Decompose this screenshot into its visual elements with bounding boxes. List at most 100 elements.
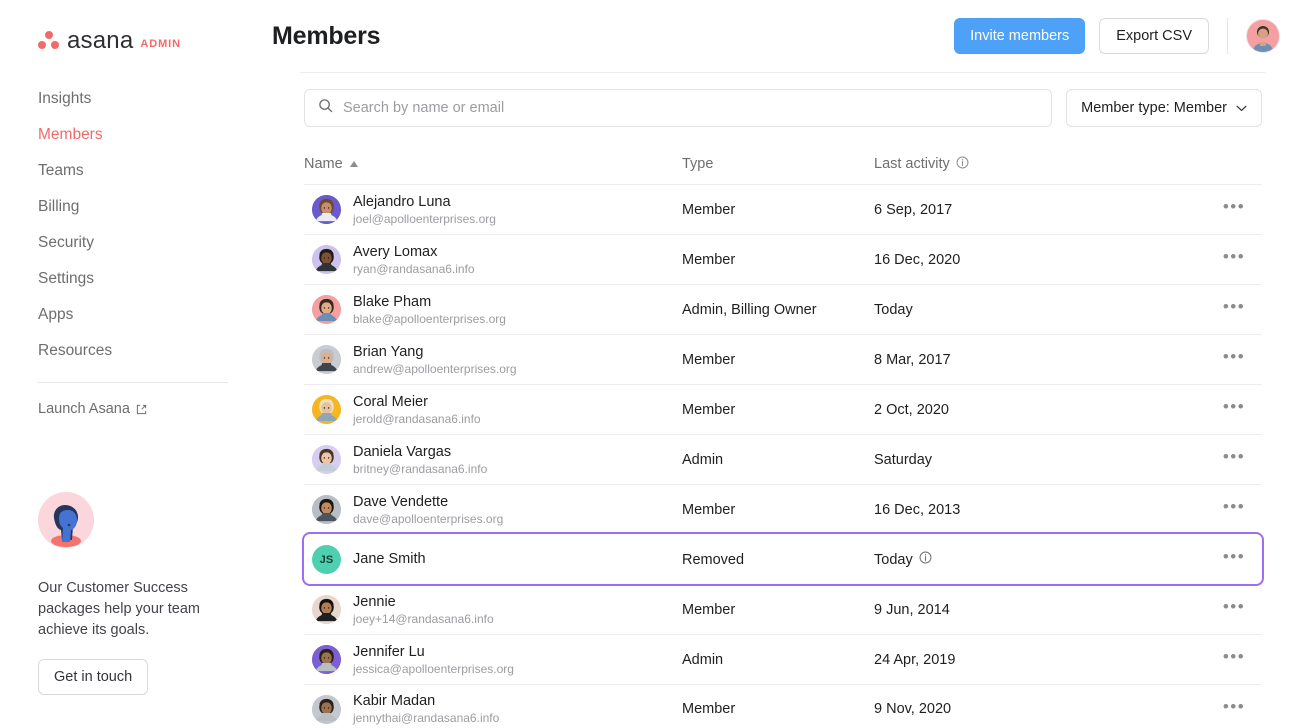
member-avatar (312, 645, 341, 674)
customer-success-promo: Our Customer Success packages help your … (38, 492, 238, 695)
user-profile-avatar[interactable] (1246, 19, 1280, 53)
main-content: Members Invite members Export CSV Search… (266, 0, 1300, 728)
member-identity: Alejandro Luna joel@apolloenterprises.org (353, 194, 496, 226)
table-row[interactable]: JS Jane Smith Removed Today ••• (302, 532, 1264, 586)
table-row[interactable]: Blake Pham blake@apolloenterprises.org Adm… (304, 284, 1262, 334)
ellipsis-icon: ••• (1222, 696, 1246, 716)
table-row[interactable]: Jennifer Lu jessica@apolloenterprises.org… (304, 634, 1262, 684)
member-name: Avery Lomax (353, 243, 438, 260)
sidebar-item-security[interactable]: Security (0, 225, 266, 261)
ellipsis-icon: ••• (1222, 547, 1246, 566)
last-activity-value: 9 Jun, 2014 (874, 601, 950, 618)
table-row[interactable]: Avery Lomax ryan@randasana6.info Member 16 … (304, 234, 1262, 284)
asana-dots-logo-icon (38, 31, 60, 51)
member-type: Member (682, 701, 736, 717)
member-email: jessica@apolloenterprises.org (353, 661, 514, 676)
table-row[interactable]: Kabir Madan jennythai@randasana6.info Memb… (304, 684, 1262, 728)
row-overflow-menu-button[interactable]: ••• (1206, 597, 1262, 622)
table-header-row: Name Type Last activity (304, 149, 1262, 179)
table-row[interactable]: Coral Meier jerold@randasana6.info Member 2… (304, 384, 1262, 434)
member-name: Dave Vendette (353, 493, 449, 510)
invite-members-button[interactable]: Invite members (954, 18, 1086, 54)
ellipsis-icon: ••• (1222, 447, 1246, 466)
sidebar-item-insights[interactable]: Insights (0, 81, 266, 117)
member-name-cell: Alejandro Luna joel@apolloenterprises.org (304, 194, 682, 226)
sidebar-item-resources[interactable]: Resources (0, 333, 266, 369)
row-overflow-menu-button[interactable]: ••• (1206, 197, 1262, 222)
member-avatar (312, 345, 341, 374)
member-name-cell: Brian Yang andrew@apolloenterprises.org (304, 344, 682, 376)
member-identity: Jennifer Lu jessica@apolloenterprises.org (353, 644, 514, 676)
member-type: Admin (682, 651, 724, 668)
table-row[interactable]: Daniela Vargas britney@randasana6.info Adm… (304, 434, 1262, 484)
member-name: Alejandro Luna (353, 193, 451, 210)
member-type-filter-label: Member type: Member (1081, 100, 1227, 116)
brand-logo[interactable]: asana ADMIN (0, 0, 266, 53)
member-email: jerold@randasana6.info (353, 411, 481, 426)
row-overflow-menu-button[interactable]: ••• (1206, 697, 1262, 722)
member-name: Daniela Vargas (353, 443, 452, 460)
row-overflow-menu-button[interactable]: ••• (1206, 547, 1262, 572)
member-avatar (312, 245, 341, 274)
table-row[interactable]: Alejandro Luna joel@apolloenterprises.org… (304, 184, 1262, 234)
member-identity: Blake Pham blake@apolloenterprises.org (353, 294, 506, 326)
search-box[interactable] (304, 89, 1053, 127)
member-email: dave@apolloenterprises.org (353, 511, 504, 526)
row-overflow-menu-button[interactable]: ••• (1206, 347, 1262, 372)
member-email: blake@apolloenterprises.org (353, 311, 506, 326)
row-overflow-menu-button[interactable]: ••• (1206, 297, 1262, 322)
member-last-activity: 9 Jun, 2014 (874, 602, 1206, 618)
member-name: Blake Pham (353, 293, 432, 310)
member-type-filter[interactable]: Member type: Member (1066, 89, 1262, 127)
sidebar-item-settings[interactable]: Settings (0, 261, 266, 297)
member-type: Member (682, 351, 736, 368)
member-avatar (312, 195, 341, 224)
info-icon[interactable] (919, 551, 932, 568)
avatar-initials: JS (319, 553, 334, 566)
member-name: Jennie (353, 593, 396, 610)
member-last-activity: 24 Apr, 2019 (874, 652, 1206, 668)
member-avatar (312, 495, 341, 524)
brand-suffix: ADMIN (140, 38, 181, 50)
last-activity-value: 16 Dec, 2013 (874, 501, 961, 518)
brand-name: asana (67, 27, 134, 54)
last-activity-value: Today (874, 301, 913, 318)
header-divider (1227, 18, 1228, 54)
member-email: ryan@randasana6.info (353, 261, 475, 276)
members-table: Name Type Last activity Alejandro Luna j… (302, 149, 1264, 728)
row-overflow-menu-button[interactable]: ••• (1206, 247, 1262, 272)
row-overflow-menu-button[interactable]: ••• (1206, 647, 1262, 672)
member-last-activity: Saturday (874, 452, 1206, 468)
member-avatar (312, 295, 341, 324)
table-row[interactable]: Jennie joey+14@randasana6.info Member 9 Jun… (304, 584, 1262, 634)
search-input[interactable] (343, 100, 1039, 116)
page-header: Members Invite members Export CSV (266, 0, 1300, 72)
column-header-name[interactable]: Name (304, 156, 682, 172)
member-identity: Dave Vendette dave@apolloenterprises.org (353, 494, 503, 526)
get-in-touch-button[interactable]: Get in touch (38, 659, 149, 695)
sidebar-item-teams[interactable]: Teams (0, 153, 266, 189)
sidebar-item-members[interactable]: Members (0, 117, 266, 153)
member-type: Member (682, 401, 736, 418)
member-last-activity: 9 Nov, 2020 (874, 701, 1206, 717)
table-row[interactable]: Brian Yang andrew@apolloenterprises.org Me… (304, 334, 1262, 384)
caret-up-icon (349, 161, 358, 167)
ellipsis-icon: ••• (1222, 247, 1246, 266)
launch-asana-link[interactable]: Launch Asana (0, 383, 266, 417)
last-activity-value: 16 Dec, 2020 (874, 251, 961, 268)
member-email: jennythai@randasana6.info (353, 711, 500, 725)
member-last-activity: Today (874, 551, 1206, 568)
sidebar-item-apps[interactable]: Apps (0, 297, 266, 333)
info-icon[interactable] (956, 156, 969, 173)
row-overflow-menu-button[interactable]: ••• (1206, 397, 1262, 422)
row-overflow-menu-button[interactable]: ••• (1206, 447, 1262, 472)
export-csv-button[interactable]: Export CSV (1099, 18, 1209, 54)
column-header-last-activity: Last activity (874, 156, 1206, 173)
filters-bar: Member type: Member (266, 73, 1300, 127)
table-row[interactable]: Dave Vendette dave@apolloenterprises.org M… (304, 484, 1262, 534)
sidebar-item-billing[interactable]: Billing (0, 189, 266, 225)
member-name-cell: Dave Vendette dave@apolloenterprises.org (304, 494, 682, 526)
header-actions: Invite members Export CSV (954, 18, 1280, 54)
member-name: Jane Smith (353, 551, 426, 567)
row-overflow-menu-button[interactable]: ••• (1206, 497, 1262, 522)
